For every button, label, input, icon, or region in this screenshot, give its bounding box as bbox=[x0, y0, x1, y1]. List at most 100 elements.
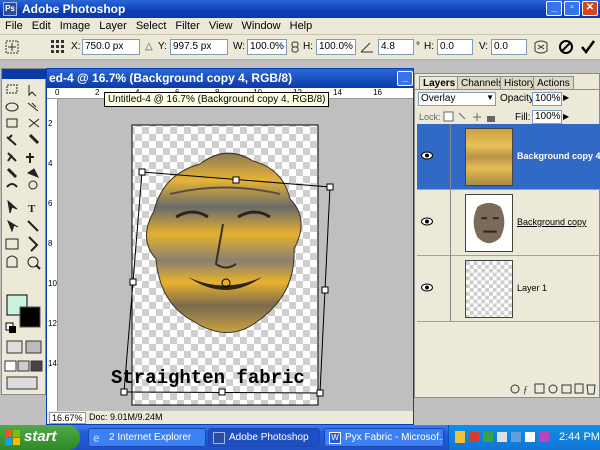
transform-handle[interactable] bbox=[129, 278, 137, 286]
layer-name[interactable]: Background copy bbox=[517, 217, 587, 227]
menu-edit[interactable]: Edit bbox=[27, 18, 55, 32]
title-tooltip: Untitled-4 @ 16.7% (Background copy 4, R… bbox=[104, 92, 330, 107]
vertical-ruler[interactable]: 2 4 6 8 10 12 14 bbox=[47, 99, 58, 411]
vskew-label: V: bbox=[479, 41, 489, 52]
fill-label: Fill: bbox=[515, 112, 531, 123]
layer-footer-icons[interactable]: ƒ bbox=[509, 382, 597, 396]
width-field[interactable]: 100.0% bbox=[247, 39, 287, 55]
visibility-eye-icon[interactable] bbox=[421, 217, 433, 226]
visibility-eye-icon[interactable] bbox=[421, 151, 433, 160]
hskew-field[interactable]: 0.0 bbox=[437, 39, 473, 55]
layer-name[interactable]: Background copy 4 bbox=[517, 151, 600, 161]
menu-help[interactable]: Help bbox=[285, 18, 317, 32]
menu-layer[interactable]: Layer bbox=[94, 18, 131, 32]
angle-icon bbox=[360, 42, 373, 53]
document-window: ed-4 @ 16.7% (Background copy 4, RGB/8) … bbox=[46, 68, 414, 425]
taskbar-button-label: 2 Internet Explorer bbox=[109, 432, 192, 443]
ruler-tick: 10 bbox=[48, 279, 57, 288]
layer-row[interactable]: Background copy bbox=[417, 190, 600, 256]
h-label: H: bbox=[303, 41, 313, 52]
ruler-tick: 16 bbox=[373, 88, 382, 97]
toolbox: T bbox=[1, 68, 47, 395]
transform-handle[interactable] bbox=[218, 388, 226, 396]
lock-icons[interactable] bbox=[443, 111, 499, 123]
taskbar-button-label: Pyx Fabric - Microsof... bbox=[345, 432, 444, 443]
blend-mode-value: Overlay bbox=[421, 93, 456, 104]
fill-arrow-icon[interactable]: ▶ bbox=[563, 112, 569, 121]
layer-row[interactable]: Background copy 4 bbox=[417, 124, 600, 190]
transform-handle[interactable] bbox=[138, 168, 146, 176]
svg-text:ƒ: ƒ bbox=[523, 385, 528, 396]
tab-layers[interactable]: Layers bbox=[419, 76, 460, 89]
minimize-button[interactable]: _ bbox=[546, 1, 562, 16]
x-field[interactable]: 750.0 px bbox=[82, 39, 140, 55]
ruler-tick: 4 bbox=[48, 159, 53, 168]
taskbar-button-ie[interactable]: e 2 Internet Explorer bbox=[88, 428, 206, 447]
menu-bar: File Edit Image Layer Select Filter View Window… bbox=[0, 18, 600, 35]
warp-mode-icon[interactable] bbox=[533, 39, 549, 55]
transform-handle[interactable] bbox=[321, 286, 329, 294]
svg-text:T: T bbox=[28, 203, 36, 215]
link-cell[interactable] bbox=[437, 256, 451, 322]
status-bar: 16.67% Doc: 9.01M/9.24M bbox=[47, 411, 413, 424]
ruler-tick: 0 bbox=[55, 88, 60, 97]
layer-thumbnail bbox=[465, 260, 513, 318]
taskbar-button-word[interactable]: W Pyx Fabric - Microsof... bbox=[324, 428, 444, 447]
opacity-arrow-icon[interactable]: ▶ bbox=[563, 93, 569, 102]
vskew-field[interactable]: 0.0 bbox=[491, 39, 527, 55]
reference-point-icon[interactable] bbox=[50, 39, 66, 55]
menu-filter[interactable]: Filter bbox=[170, 18, 203, 32]
menu-select[interactable]: Select bbox=[131, 18, 171, 32]
link-cell[interactable] bbox=[437, 124, 451, 190]
opacity-field[interactable]: 100% bbox=[532, 92, 562, 106]
start-button[interactable]: start bbox=[0, 425, 80, 450]
close-button[interactable]: ✕ bbox=[582, 1, 598, 16]
document-title[interactable]: ed-4 @ 16.7% (Background copy 4, RGB/8) bbox=[47, 69, 413, 88]
window-title: Adobe Photoshop bbox=[22, 2, 126, 16]
transform-handle[interactable] bbox=[232, 176, 240, 184]
ruler-tick: 2 bbox=[48, 119, 53, 128]
transform-handle[interactable] bbox=[326, 183, 334, 191]
caption-text: Straighten fabric bbox=[111, 367, 305, 389]
degree-unit: ° bbox=[416, 41, 420, 52]
layer-thumbnail bbox=[465, 128, 513, 186]
menu-view[interactable]: View bbox=[204, 18, 237, 32]
fill-field[interactable]: 100% bbox=[532, 110, 562, 124]
y-label: Y: bbox=[158, 41, 167, 52]
chain-link-icon[interactable] bbox=[290, 41, 300, 53]
blend-mode-select[interactable]: Overlay ▼ bbox=[418, 92, 496, 106]
commit-transform-icon[interactable] bbox=[580, 39, 596, 55]
y-field[interactable]: 997.5 px bbox=[170, 39, 228, 55]
transform-handle[interactable] bbox=[316, 389, 324, 397]
link-cell[interactable] bbox=[437, 190, 451, 256]
system-tray: 2:44 PM bbox=[448, 425, 600, 450]
doc-size: Doc: 9.01M/9.24M bbox=[89, 412, 163, 422]
ruler-tick: 14 bbox=[48, 359, 57, 368]
lock-label: Lock: bbox=[419, 112, 441, 122]
visibility-eye-icon[interactable] bbox=[421, 283, 433, 292]
cancel-transform-icon[interactable] bbox=[558, 39, 574, 55]
chevron-down-icon: ▼ bbox=[486, 93, 494, 102]
menu-image[interactable]: Image bbox=[55, 18, 95, 32]
doc-minimize-button[interactable]: _ bbox=[397, 71, 413, 86]
taskbar: start e 2 Internet Explorer Adobe Photos… bbox=[0, 425, 600, 450]
taskbar-button-photoshop[interactable]: Adobe Photoshop bbox=[208, 428, 320, 447]
layer-row[interactable]: Layer 1 bbox=[417, 256, 600, 322]
ruler-tick: 14 bbox=[333, 88, 342, 97]
angle-field[interactable]: 4.8 bbox=[378, 39, 414, 55]
ie-icon: e bbox=[93, 431, 100, 445]
tab-actions[interactable]: Actions bbox=[533, 76, 574, 89]
canvas[interactable] bbox=[58, 99, 413, 411]
ruler-tick: 8 bbox=[48, 239, 53, 248]
menu-file[interactable]: File bbox=[0, 18, 27, 32]
maximize-button[interactable]: ▫ bbox=[564, 1, 580, 16]
tray-icons[interactable] bbox=[455, 431, 555, 444]
menu-window[interactable]: Window bbox=[237, 18, 285, 32]
layer-name[interactable]: Layer 1 bbox=[517, 283, 547, 293]
canvas-area[interactable]: Straighten fabric bbox=[58, 99, 413, 411]
zoom-level[interactable]: 16.67% bbox=[49, 412, 86, 424]
photoshop-logo-icon: Ps bbox=[3, 2, 17, 16]
taskbar-button-label: Adobe Photoshop bbox=[229, 432, 309, 443]
transform-handle[interactable] bbox=[120, 388, 128, 396]
height-field[interactable]: 100.0% bbox=[316, 39, 356, 55]
